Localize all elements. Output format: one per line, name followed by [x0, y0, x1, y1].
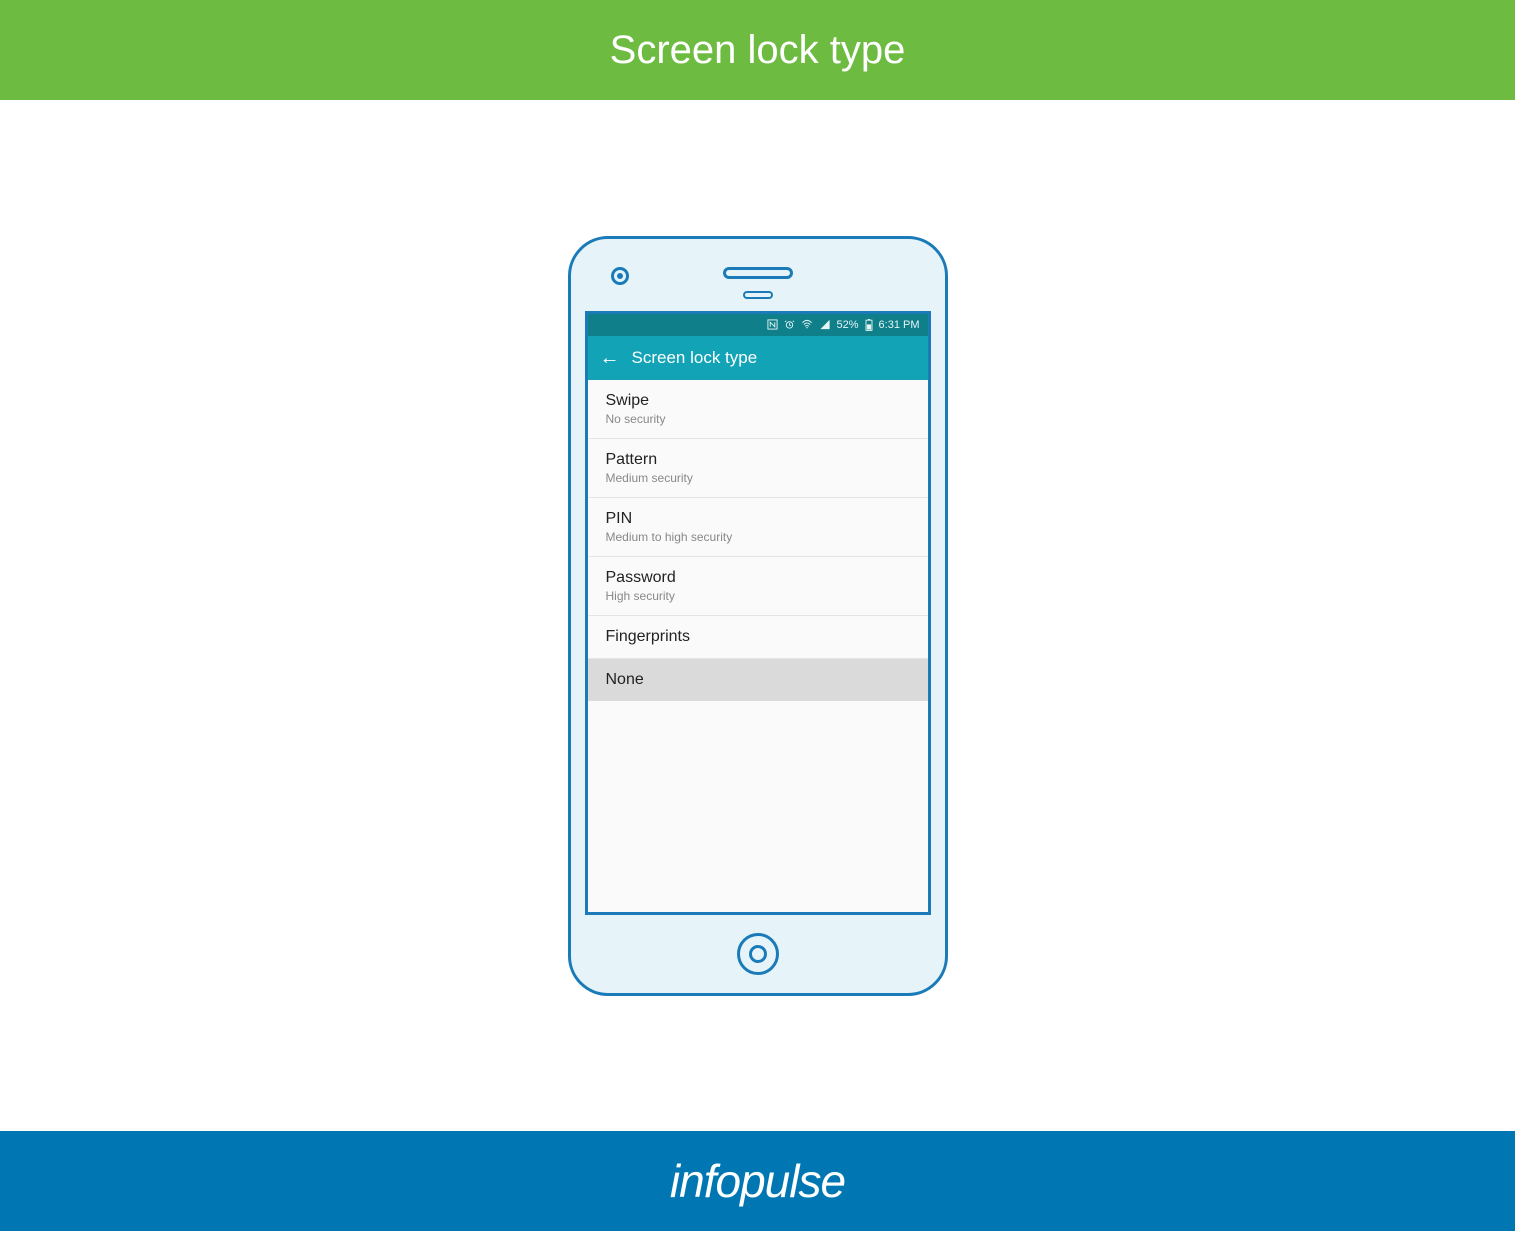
- lock-option-title: Fingerprints: [606, 628, 910, 646]
- lock-option-none[interactable]: None: [588, 659, 928, 701]
- phone-sensor-icon: [743, 291, 773, 299]
- app-bar-title: Screen lock type: [632, 348, 758, 368]
- status-bar: 52% 6:31 PM: [588, 314, 928, 336]
- back-arrow-icon[interactable]: ←: [600, 348, 620, 368]
- lock-options-list: Swipe No security Pattern Medium securit…: [588, 380, 928, 912]
- status-battery-percent: 52%: [837, 319, 859, 331]
- battery-icon: [865, 319, 873, 331]
- lock-option-subtitle: Medium to high security: [606, 530, 910, 544]
- brand-logo-text: infopulse: [670, 1154, 845, 1208]
- status-time: 6:31 PM: [879, 319, 920, 331]
- app-bar: ← Screen lock type: [588, 336, 928, 380]
- lock-option-pin[interactable]: PIN Medium to high security: [588, 498, 928, 557]
- phone-camera-icon: [611, 267, 629, 285]
- lock-option-subtitle: Medium security: [606, 471, 910, 485]
- phone-frame: 52% 6:31 PM ← Screen lock type Swipe No …: [568, 236, 948, 996]
- lock-option-swipe[interactable]: Swipe No security: [588, 380, 928, 439]
- lock-option-subtitle: High security: [606, 589, 910, 603]
- content-area: 52% 6:31 PM ← Screen lock type Swipe No …: [0, 100, 1515, 1131]
- lock-option-title: Swipe: [606, 392, 910, 410]
- lock-option-fingerprints[interactable]: Fingerprints: [588, 616, 928, 659]
- lock-option-title: Password: [606, 569, 910, 587]
- lock-option-title: PIN: [606, 510, 910, 528]
- phone-home-button-icon[interactable]: [737, 933, 779, 975]
- phone-screen: 52% 6:31 PM ← Screen lock type Swipe No …: [585, 311, 931, 915]
- lock-option-title: Pattern: [606, 451, 910, 469]
- lock-option-password[interactable]: Password High security: [588, 557, 928, 616]
- lock-option-pattern[interactable]: Pattern Medium security: [588, 439, 928, 498]
- bottom-banner: infopulse: [0, 1131, 1515, 1231]
- top-banner-title: Screen lock type: [610, 28, 906, 73]
- top-banner: Screen lock type: [0, 0, 1515, 100]
- phone-speaker-icon: [723, 267, 793, 279]
- lock-option-subtitle: No security: [606, 412, 910, 426]
- nfc-icon: [767, 319, 778, 330]
- lock-option-title: None: [606, 671, 910, 689]
- wifi-icon: [801, 319, 813, 330]
- signal-icon: [819, 319, 831, 330]
- alarm-icon: [784, 319, 795, 330]
